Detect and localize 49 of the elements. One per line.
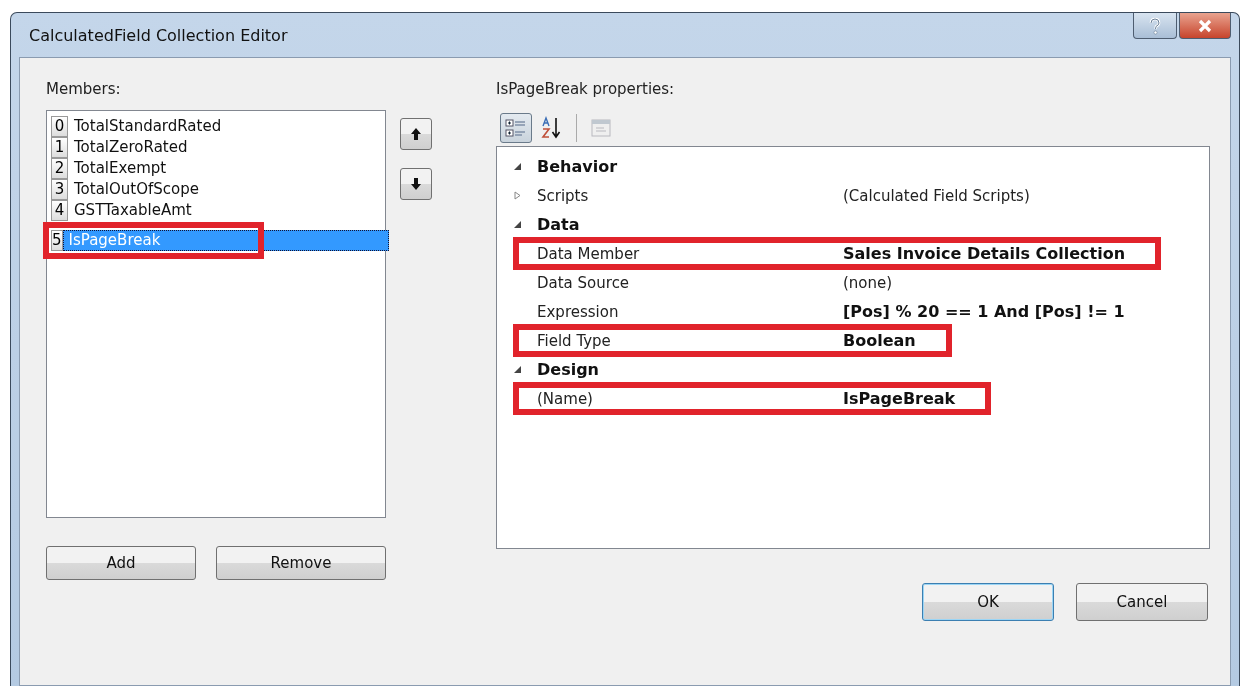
move-up-button[interactable] — [400, 118, 432, 150]
member-item[interactable]: TotalExempt — [68, 158, 381, 179]
window-title: CalculatedField Collection Editor — [28, 25, 288, 45]
categorized-icon — [504, 117, 528, 139]
category-label[interactable]: Behavior — [537, 157, 618, 176]
member-item[interactable]: TotalOutOfScope — [68, 179, 381, 200]
property-name[interactable]: Scripts — [537, 186, 843, 205]
remove-button[interactable]: Remove — [216, 546, 386, 580]
property-value[interactable]: [Pos] % 20 == 1 And [Pos] != 1 — [843, 302, 1125, 321]
property-value[interactable]: Sales Invoice Details Collection — [843, 244, 1126, 263]
properties-label: IsPageBreak properties: — [496, 80, 676, 100]
property-name[interactable]: (Name) — [537, 389, 843, 408]
close-button[interactable] — [1179, 13, 1231, 39]
property-name[interactable]: Data Source — [537, 273, 843, 292]
cancel-button[interactable]: Cancel — [1076, 583, 1208, 621]
property-value[interactable]: Boolean — [843, 331, 916, 350]
index-cell: 3 — [51, 179, 68, 200]
collapse-triangle-icon[interactable] — [512, 220, 522, 229]
index-cell: 0 — [51, 116, 68, 137]
close-icon — [1197, 18, 1213, 33]
property-value[interactable]: (Calculated Field Scripts) — [843, 186, 1030, 205]
categorized-button[interactable] — [500, 113, 532, 143]
index-cell: 4 — [51, 200, 68, 221]
member-item[interactable]: TotalStandardRated — [68, 116, 381, 137]
members-label: Members: — [46, 80, 122, 100]
collapse-triangle-icon[interactable] — [512, 365, 522, 374]
collapse-triangle-icon[interactable] — [512, 162, 522, 171]
up-arrow-icon — [410, 127, 422, 141]
property-name[interactable]: Expression — [537, 302, 843, 321]
down-arrow-icon — [410, 177, 422, 191]
ok-button[interactable]: OK — [922, 583, 1054, 621]
property-pages-icon — [590, 118, 612, 138]
help-icon — [1147, 16, 1163, 35]
category-label[interactable]: Design — [537, 360, 599, 379]
expand-triangle-icon[interactable] — [512, 191, 522, 200]
index-cell: 1 — [51, 137, 68, 158]
property-name[interactable]: Field Type — [537, 331, 843, 350]
index-cell: 5 — [51, 230, 63, 251]
member-item[interactable]: GSTTaxableAmt — [68, 200, 381, 221]
move-down-button[interactable] — [400, 168, 432, 200]
category-label[interactable]: Data — [537, 215, 580, 234]
property-value[interactable]: IsPageBreak — [843, 389, 956, 408]
member-item[interactable]: TotalZeroRated — [68, 137, 381, 158]
property-name[interactable]: Data Member — [537, 244, 843, 263]
index-cell: 2 — [51, 158, 68, 179]
property-value[interactable]: (none) — [843, 273, 893, 292]
help-button[interactable] — [1133, 13, 1177, 39]
add-button[interactable]: Add — [46, 546, 196, 580]
sort-az-icon — [541, 116, 563, 140]
